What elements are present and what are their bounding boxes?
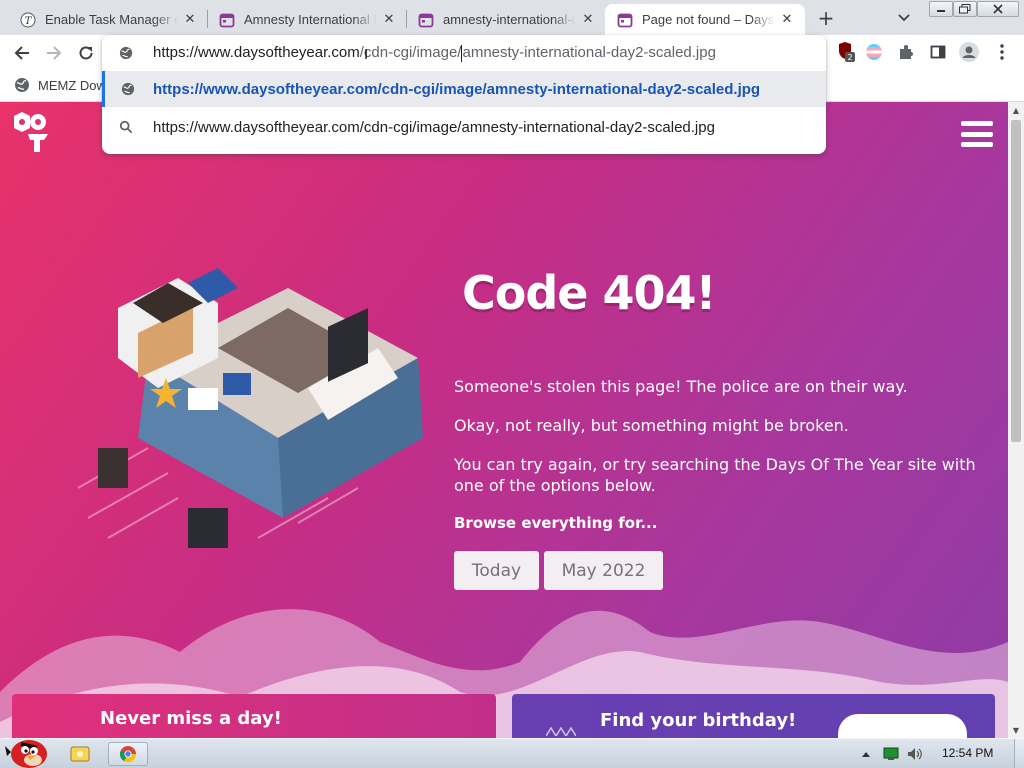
- trans-flag-extension-icon[interactable]: [862, 40, 886, 64]
- scroll-down-arrow-icon[interactable]: ▼: [1008, 722, 1024, 738]
- profile-avatar-icon[interactable]: [957, 40, 981, 64]
- back-arrow-icon[interactable]: [8, 39, 36, 67]
- close-window-button[interactable]: [977, 1, 1019, 17]
- tab-search-chevron-icon[interactable]: [892, 7, 916, 29]
- globe-icon: [14, 77, 30, 93]
- suggestion-row[interactable]: https://www.daysoftheyear.com/cdn-cgi/im…: [102, 109, 826, 145]
- tab-title: Page not found – Days Of The Year: [642, 12, 775, 27]
- address-prefix: https://www.daysoftheyear.com: [153, 44, 360, 62]
- calendar-icon: [219, 12, 235, 28]
- calendar-icon: [418, 12, 434, 28]
- close-tab-icon[interactable]: ✕: [381, 12, 397, 28]
- hamburger-menu-icon[interactable]: [961, 121, 993, 147]
- days-of-the-year-logo[interactable]: [12, 110, 52, 154]
- close-tab-icon[interactable]: ✕: [580, 12, 596, 28]
- ublock-extension-icon[interactable]: 2: [834, 40, 858, 64]
- minimize-window-button[interactable]: [929, 1, 953, 17]
- card-title: Find your birthday!: [600, 710, 797, 731]
- tab-enable-task-manager[interactable]: T Enable Task Manager disabled by admini…: [8, 4, 208, 35]
- browse-heading: Browse everything for...: [454, 514, 658, 532]
- typora-icon: T: [20, 12, 36, 28]
- taskbar-chrome-button[interactable]: [108, 742, 148, 766]
- paragraph-stolen: Someone's stolen this page! The police a…: [454, 377, 908, 396]
- scroll-thumb[interactable]: [1011, 120, 1021, 442]
- page-heading: Code 404!: [462, 266, 717, 320]
- globe-icon: [102, 46, 150, 60]
- side-panel-icon[interactable]: [926, 40, 950, 64]
- tab-strip: T Enable Task Manager disabled by admini…: [0, 0, 1024, 35]
- scroll-up-arrow-icon[interactable]: ▲: [1008, 102, 1024, 118]
- crown-icon: [546, 726, 576, 736]
- card-title: Never miss a day!: [100, 708, 282, 729]
- paragraph-broken: Okay, not really, but something might be…: [454, 416, 849, 435]
- address-typed: /cdn-cgi/image/: [359, 44, 462, 62]
- extensions-puzzle-icon[interactable]: [894, 40, 918, 64]
- search-icon: [102, 120, 150, 134]
- maximize-window-button[interactable]: [953, 1, 977, 17]
- mouse-ibeam-cursor-icon: I: [364, 46, 369, 63]
- bookmark-label: MEMZ Dow: [38, 77, 106, 93]
- omnibox-dropdown: https://www.daysoftheyear.com/cdn-cgi/im…: [102, 35, 826, 154]
- tab-page-not-found[interactable]: Page not found – Days Of The Year ✕: [605, 4, 805, 35]
- suggestion-row[interactable]: https://www.daysoftheyear.com/cdn-cgi/im…: [102, 71, 826, 107]
- tray-expand-icon[interactable]: [858, 742, 874, 766]
- chrome-icon: [119, 746, 137, 763]
- windows-taskbar: 12:54 PM: [0, 738, 1024, 768]
- suggestion-url: https://www.daysoftheyear.com/cdn-cgi/im…: [153, 80, 761, 98]
- paragraph-try-again: You can try again, or try searching the …: [454, 455, 976, 495]
- close-tab-icon[interactable]: ✕: [182, 12, 198, 28]
- birthday-card[interactable]: Find your birthday!: [512, 694, 995, 738]
- close-tab-icon[interactable]: ✕: [779, 12, 795, 28]
- birthday-date-input[interactable]: [838, 714, 967, 738]
- tab-title: Amnesty International Day: [244, 12, 377, 27]
- newsletter-card[interactable]: Never miss a day!: [12, 694, 496, 738]
- suggestion-search-text: https://www.daysoftheyear.com/cdn-cgi/im…: [153, 118, 715, 136]
- reload-icon[interactable]: [72, 39, 100, 67]
- forward-arrow-icon[interactable]: [40, 39, 68, 67]
- network-tray-icon[interactable]: [882, 742, 900, 766]
- start-button-angry-bird-icon[interactable]: [2, 731, 52, 768]
- address-bar[interactable]: https://www.daysoftheyear.com/cdn-cgi/im…: [102, 35, 826, 71]
- tab-amnesty-day[interactable]: Amnesty International Day ✕: [207, 4, 407, 35]
- today-button[interactable]: Today: [454, 551, 539, 590]
- extension-badge: 2: [847, 53, 852, 62]
- page-scrollbar[interactable]: ▲ ▼: [1008, 102, 1024, 738]
- month-button[interactable]: May 2022: [544, 551, 663, 590]
- page-content: Code 404! Someone's stolen this page! Th…: [0, 102, 1008, 738]
- police-car-illustration: [77, 268, 423, 548]
- new-tab-button[interactable]: +: [812, 6, 840, 30]
- taskbar-clock[interactable]: 12:54 PM: [942, 746, 993, 760]
- globe-icon: [105, 82, 150, 96]
- tab-title: Enable Task Manager disabled by administ…: [45, 12, 178, 27]
- show-desktop-icon[interactable]: [68, 742, 92, 766]
- address-rest: amnesty-international-day2-scaled.jpg: [462, 44, 716, 62]
- bookmark-memz[interactable]: MEMZ Dow: [14, 77, 106, 93]
- volume-tray-icon[interactable]: [906, 742, 924, 766]
- calendar-icon: [617, 12, 633, 28]
- tab-amnesty-image[interactable]: amnesty-international-day2-scaled.jpg ✕: [406, 4, 606, 35]
- chrome-menu-icon[interactable]: [990, 40, 1014, 64]
- tab-title: amnesty-international-day2-scaled.jpg: [443, 12, 576, 27]
- show-desktop-strip[interactable]: [1014, 739, 1024, 768]
